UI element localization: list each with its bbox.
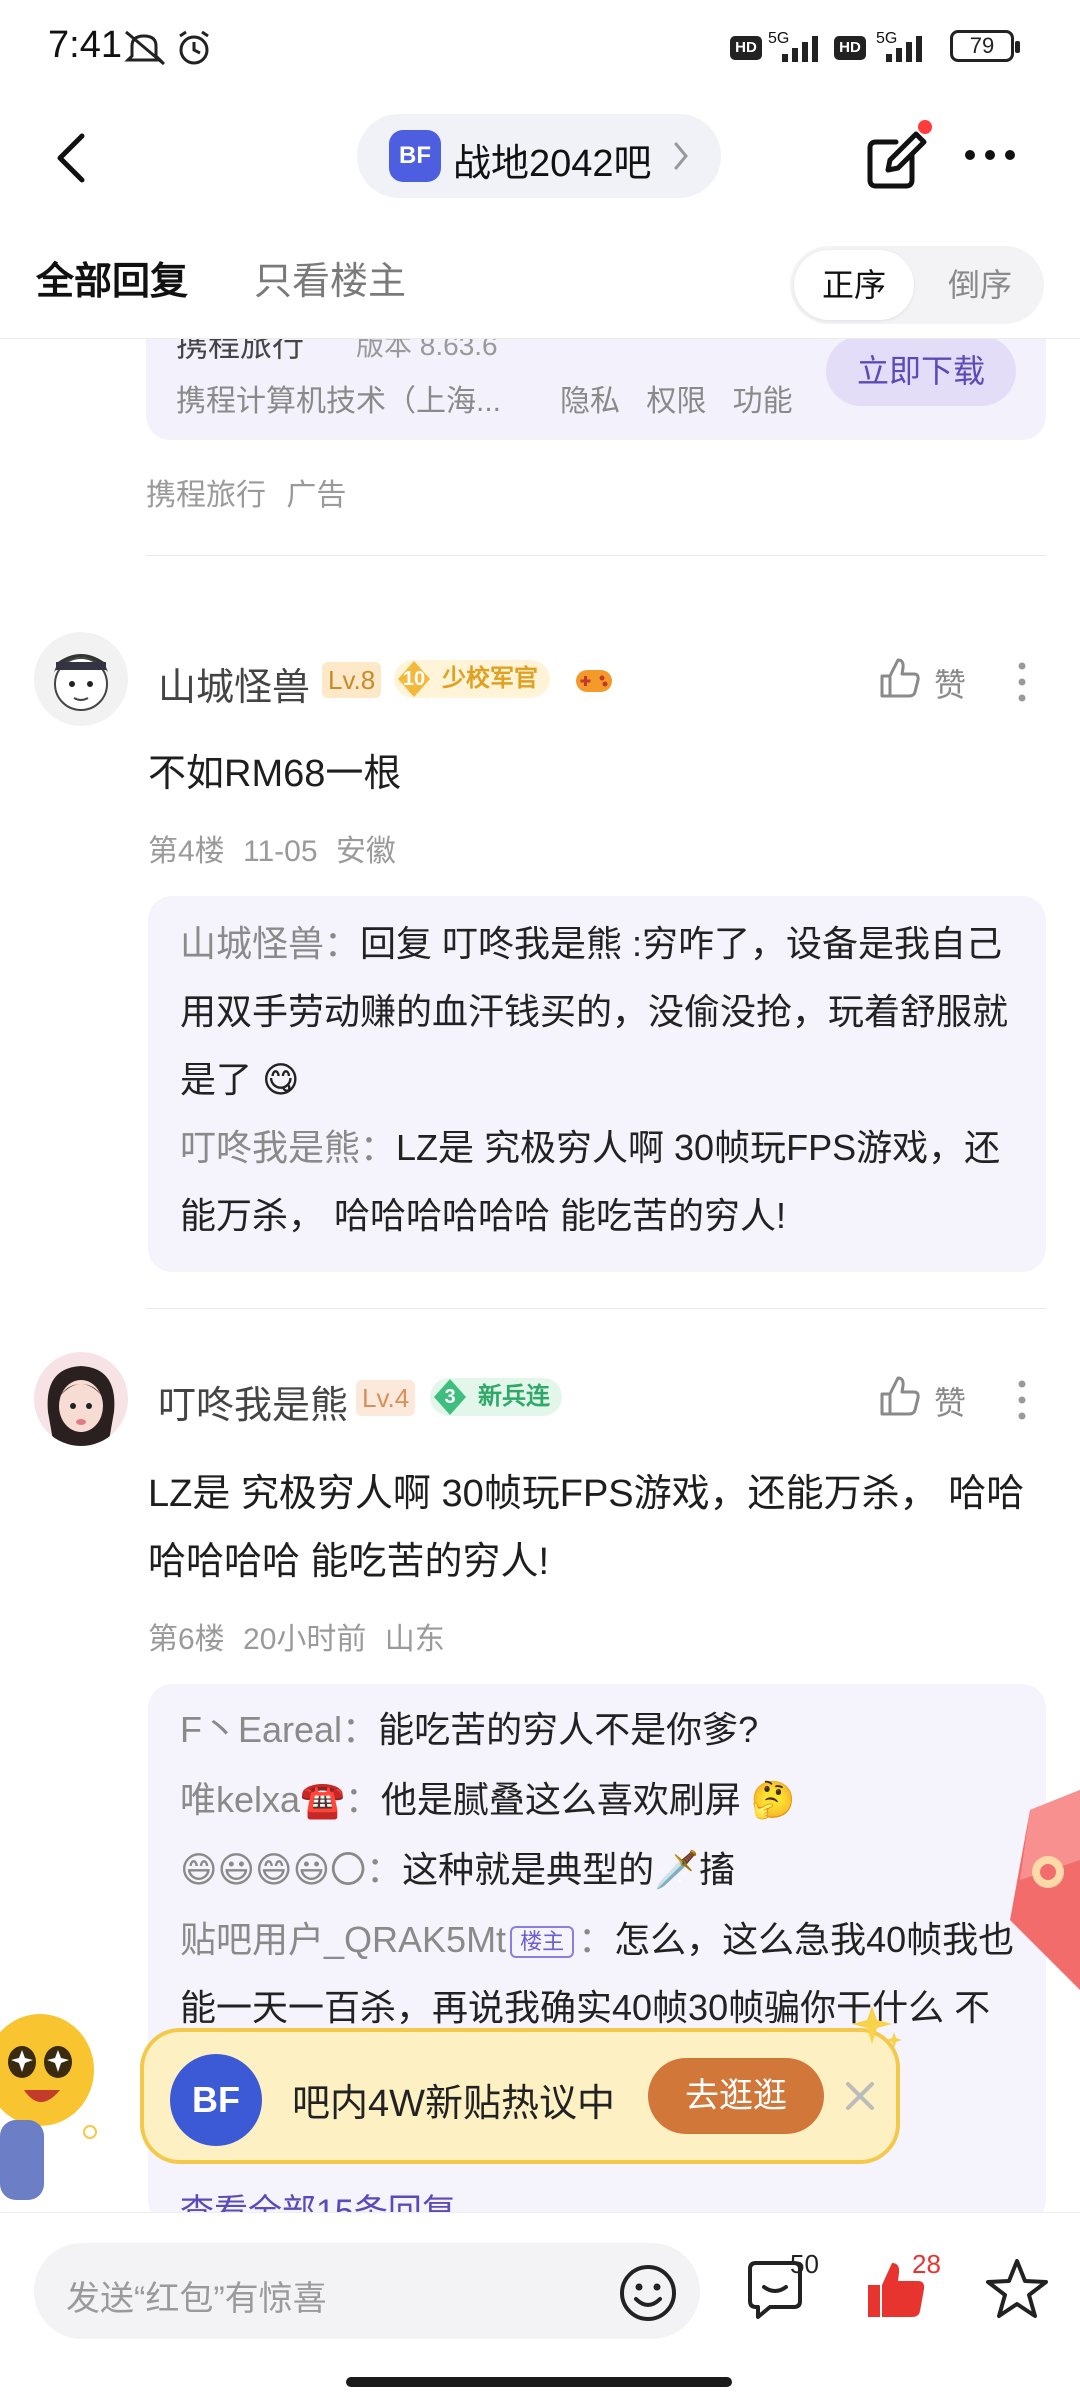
forum-header: BF 战地2042吧 xyxy=(0,100,1080,220)
hd-icon: HD xyxy=(730,36,762,60)
close-icon[interactable] xyxy=(840,2076,880,2116)
promo-banner[interactable]: BF 吧内4W新贴热议中 去逛逛 xyxy=(140,2006,902,2164)
ad-company: 携程计算机技术（上海... xyxy=(176,385,502,418)
forum-name: 战地2042吧 xyxy=(453,143,652,185)
more-vertical-icon[interactable] xyxy=(1010,1370,1034,1430)
rank-number: 3 xyxy=(444,1386,456,1408)
reply-author[interactable]: 😄😃😄😃〇： xyxy=(180,1849,402,1890)
back-button[interactable] xyxy=(44,128,104,188)
reply-text: 这种就是典型的🗡️搐 xyxy=(402,1849,735,1890)
rank-badge: 10 少校军官 xyxy=(394,660,550,698)
sort-order-toggle: 正序 倒序 xyxy=(790,246,1044,324)
reply-author[interactable]: 山城怪兽： xyxy=(180,923,360,964)
post-content: LZ是 究极穷人啊 30帧玩FPS游戏，还能万杀， 哈哈哈哈哈哈 能吃苦的穷人! xyxy=(148,1473,1025,1583)
reply-author[interactable]: 贴吧用户_QRAK5Mt xyxy=(180,1919,506,1960)
like-count: 28 xyxy=(912,2249,941,2279)
ad-links[interactable]: 隐私 权限 功能 xyxy=(560,376,793,420)
like-button[interactable]: 赞 xyxy=(878,1370,998,1430)
rank-badge: 3 新兵连 xyxy=(430,1378,562,1416)
reply-item: 山城怪兽：回复 叮咚我是熊 :穷咋了，设备是我自己用双手劳动赚的血汗钱买的，没偷… xyxy=(180,910,1020,1114)
mascot-icon[interactable] xyxy=(0,2010,100,2210)
reply-preview-box[interactable]: 山城怪兽：回复 叮咚我是熊 :穷咋了，设备是我自己用双手劳动赚的血汗钱买的，没偷… xyxy=(148,896,1046,1272)
reply-input[interactable]: 发送“红包”有惊喜 xyxy=(34,2243,700,2339)
ad-meta: 携程旅行 广告 xyxy=(146,479,347,512)
promo-go-button[interactable]: 去逛逛 xyxy=(648,2058,824,2134)
signal-icon xyxy=(886,36,922,62)
sparkle-icon xyxy=(852,2006,902,2048)
promo-logo: BF xyxy=(170,2054,262,2146)
reply-author[interactable]: 叮咚我是熊： xyxy=(180,1127,396,1168)
signal-icon xyxy=(782,36,818,62)
gamepad-icon xyxy=(576,670,612,692)
like-label: 赞 xyxy=(934,667,967,703)
reply-item: 叮咚我是熊：LZ是 究极穷人啊 30帧玩FPS游戏，还能万杀， 哈哈哈哈哈哈 能… xyxy=(180,1114,1020,1250)
rank-title: 少校军官 xyxy=(442,665,538,692)
bottom-bar: 发送“红包”有惊喜 50 28 xyxy=(0,2212,1080,2400)
like-button[interactable]: 赞 xyxy=(878,652,998,712)
post-content: 不如RM68一根 xyxy=(148,753,402,795)
sort-asc-button[interactable]: 正序 xyxy=(794,250,914,320)
ad-download-button[interactable]: 立即下载 xyxy=(826,336,1016,406)
tab-all-replies[interactable]: 全部回复 xyxy=(36,250,188,305)
post-meta: 第6楼 20小时前 山东 xyxy=(148,1623,445,1656)
username[interactable]: 叮咚我是熊 xyxy=(158,1374,348,1429)
forum-link[interactable]: BF 战地2042吧 xyxy=(357,114,721,198)
more-vertical-icon[interactable] xyxy=(1010,652,1034,712)
username[interactable]: 山城怪兽 xyxy=(158,656,310,711)
reply-separator: ： xyxy=(578,1919,615,1960)
rank-title: 新兵连 xyxy=(478,1383,550,1410)
comment-count: 50 xyxy=(790,2249,819,2279)
divider xyxy=(146,555,1046,556)
reply-item: F丶Eareal：能吃苦的穷人不是你爹? xyxy=(180,1696,1020,1764)
reply-author[interactable]: F丶Eareal： xyxy=(180,1709,378,1750)
emoji-icon[interactable] xyxy=(618,2263,678,2323)
alarm-icon xyxy=(179,30,209,65)
red-packet-icon[interactable] xyxy=(990,1790,1080,2000)
tab-op-only[interactable]: 只看楼主 xyxy=(254,250,406,305)
thumbs-up-icon xyxy=(880,1376,920,1416)
like-label: 赞 xyxy=(934,1385,967,1421)
divider xyxy=(146,1308,1046,1309)
divider xyxy=(0,338,1080,339)
notification-dot xyxy=(918,120,932,134)
sort-desc-button[interactable]: 倒序 xyxy=(920,250,1040,320)
avatar[interactable] xyxy=(34,632,128,726)
thumbs-up-icon xyxy=(880,658,920,698)
reply-input-placeholder: 发送“红包”有惊喜 xyxy=(66,2280,327,2318)
promo-text: 吧内4W新贴热议中 xyxy=(292,2083,616,2125)
more-icon[interactable] xyxy=(960,130,1020,180)
post-meta: 第4楼 11-05 安徽 xyxy=(148,835,396,868)
status-bar: 7:41 HD 5G HD 5G 79 xyxy=(0,0,1080,100)
reply-author[interactable]: 唯kelxa☎️： xyxy=(180,1779,381,1820)
hd-icon: HD xyxy=(834,36,866,60)
level-badge: Lv.4 xyxy=(356,1380,416,1416)
avatar[interactable] xyxy=(34,1352,128,1446)
status-time: 7:41 xyxy=(48,24,122,66)
reply-item: 😄😃😄😃〇：这种就是典型的🗡️搐 xyxy=(180,1836,1020,1904)
star-icon[interactable] xyxy=(982,2255,1052,2325)
forum-logo: BF xyxy=(389,130,441,182)
reply-text: 能吃苦的穷人不是你爹? xyxy=(378,1709,759,1750)
op-badge: 楼主 xyxy=(510,1926,575,1959)
reply-item: 唯kelxa☎️：他是腻叠这么喜欢刷屏 🤔 xyxy=(180,1766,1020,1834)
chevron-right-icon xyxy=(674,142,688,170)
rank-number: 10 xyxy=(402,668,426,690)
mute-icon xyxy=(124,30,165,66)
home-indicator xyxy=(346,2377,732,2387)
reply-text: 他是腻叠这么喜欢刷屏 🤔 xyxy=(380,1779,796,1820)
reply-tabs: 全部回复 只看楼主 正序 倒序 xyxy=(0,230,1080,338)
level-badge: Lv.8 xyxy=(322,662,382,698)
battery-icon: 79 xyxy=(950,30,1020,62)
